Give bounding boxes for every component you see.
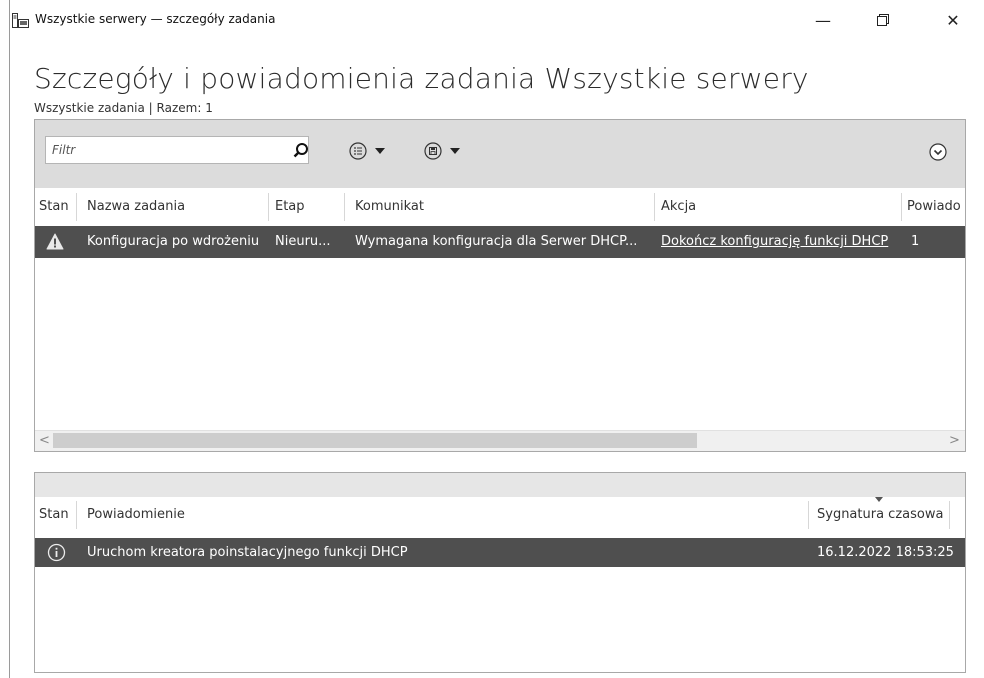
list-options-icon [349, 142, 367, 160]
column-header-status[interactable]: Stan [39, 501, 69, 529]
page-subtitle: Wszystkie zadania | Razem: 1 [34, 101, 213, 115]
column-divider [76, 501, 77, 529]
tasks-toolbar [35, 120, 965, 188]
restore-icon [877, 14, 889, 26]
timestamp-cell: 16.12.2022 18:53:25 [817, 545, 954, 560]
column-header-action[interactable]: Akcja [661, 193, 696, 221]
column-divider [901, 193, 902, 221]
task-stage-cell: Nieuru... [275, 234, 331, 249]
horizontal-scrollbar[interactable]: < > [35, 430, 965, 451]
column-header-message[interactable]: Komunikat [355, 193, 424, 221]
column-header-stage[interactable]: Etap [275, 193, 305, 221]
column-divider [949, 501, 950, 529]
column-divider [268, 193, 269, 221]
search-icon[interactable] [291, 141, 311, 161]
notifications-panel: Stan Powiadomienie Sygnatura czasowa Uru… [34, 472, 966, 673]
column-header-status[interactable]: Stan [39, 193, 69, 221]
tasks-panel: Stan Nazwa zadania Etap Komunikat Akcja … [34, 119, 966, 452]
list-options-button[interactable] [349, 140, 393, 162]
column-divider [654, 193, 655, 221]
filter-field[interactable] [45, 136, 309, 164]
page-title: Szczegóły i powiadomienia zadania Wszyst… [34, 62, 809, 95]
complete-dhcp-config-link[interactable]: Dokończ konfigurację funkcji DHCP [661, 226, 888, 258]
task-message-cell: Wymagana konfiguracja dla Serwer DHCP... [355, 234, 638, 249]
restore-button[interactable] [860, 6, 906, 34]
minimize-button[interactable]: — [800, 6, 846, 34]
scroll-right-arrow[interactable]: > [949, 433, 960, 448]
column-header-timestamp[interactable]: Sygnatura czasowa [817, 501, 943, 529]
scrollbar-thumb[interactable] [53, 433, 697, 448]
notifications-toolbar [35, 473, 965, 497]
server-manager-app-icon [12, 13, 29, 28]
column-divider [808, 501, 809, 529]
chevron-down-icon [375, 148, 385, 154]
table-row[interactable]: Konfiguracja po wdrożeniu Nieuru... Wyma… [35, 226, 965, 258]
save-icon [424, 142, 442, 160]
column-header-notification[interactable]: Powiadomienie [87, 501, 185, 529]
column-header-notifications[interactable]: Powiado [907, 193, 961, 221]
scroll-left-arrow[interactable]: < [39, 433, 50, 448]
save-query-button[interactable] [424, 140, 468, 162]
task-notifications-cell: 1 [911, 234, 920, 249]
filter-input[interactable] [52, 141, 272, 159]
column-divider [76, 193, 77, 221]
info-icon [47, 543, 66, 562]
warning-icon [46, 233, 64, 250]
task-name-cell: Konfiguracja po wdrożeniu [87, 234, 260, 249]
window-title: Wszystkie serwery — szczegóły zadania [35, 12, 276, 26]
column-divider [344, 193, 345, 221]
table-row[interactable]: Uruchom kreatora poinstalacyjnego funkcj… [35, 538, 965, 567]
expand-icon[interactable] [928, 142, 948, 162]
close-button[interactable]: ✕ [930, 6, 976, 34]
window-left-border [9, 0, 10, 678]
notification-text-cell: Uruchom kreatora poinstalacyjnego funkcj… [87, 545, 408, 560]
column-header-task-name[interactable]: Nazwa zadania [87, 193, 185, 221]
chevron-down-icon [450, 148, 460, 154]
